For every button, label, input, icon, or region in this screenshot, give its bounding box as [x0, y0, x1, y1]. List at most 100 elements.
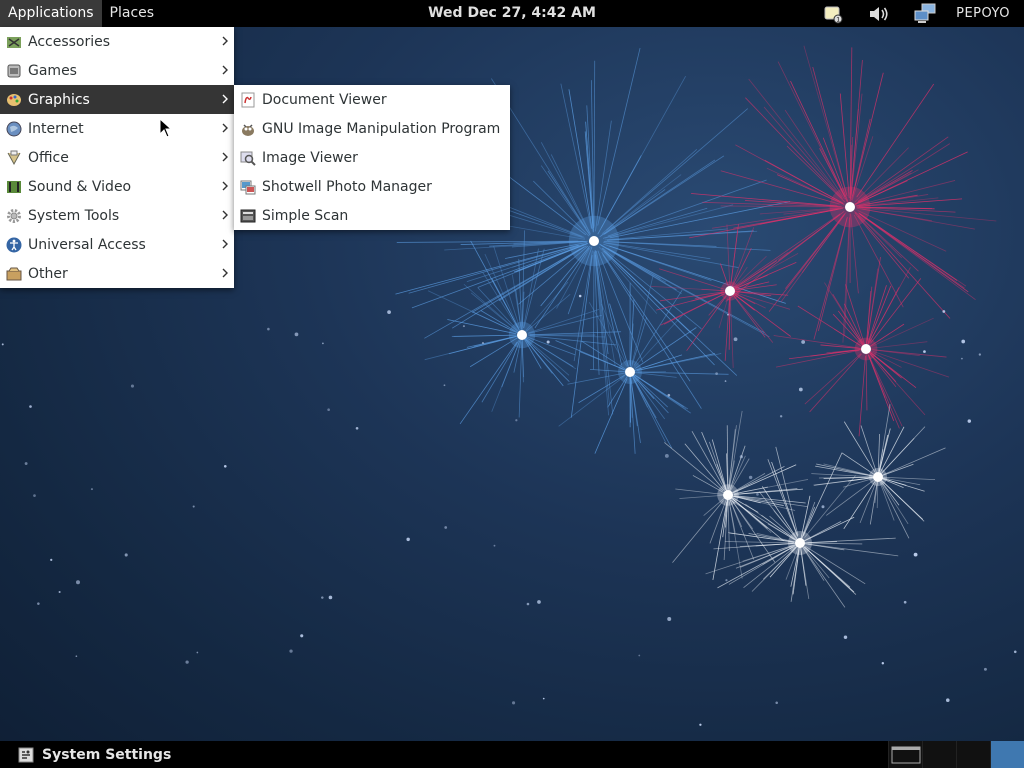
star: [462, 325, 465, 328]
star: [667, 617, 672, 621]
star: [821, 505, 825, 509]
menu-item-image-viewer[interactable]: Image Viewer: [234, 143, 510, 172]
star: [24, 462, 28, 465]
firework-burst: [555, 275, 729, 454]
notification-icon[interactable]: 1: [821, 3, 845, 25]
chevron-right-icon: [222, 94, 228, 104]
graphics-icon: [7, 93, 21, 106]
menu-item-simple-scan[interactable]: Simple Scan: [234, 201, 510, 230]
settings-window-icon: [18, 747, 34, 762]
star: [913, 552, 918, 557]
star: [739, 455, 744, 459]
workspace-2[interactable]: [922, 741, 956, 768]
clock-button[interactable]: Wed Dec 27, 4:42 AM: [428, 5, 596, 21]
menu-item-label: Simple Scan: [262, 207, 349, 224]
star: [387, 310, 391, 314]
workspace-switcher: [888, 741, 1024, 768]
star: [942, 310, 946, 313]
chevron-right-icon: [222, 181, 228, 191]
image-viewer-icon: [240, 151, 256, 166]
star: [124, 553, 128, 557]
bottom-panel: System Settings: [0, 741, 1024, 768]
star: [664, 453, 669, 458]
star: [903, 600, 907, 604]
mouse-cursor-icon: [159, 118, 173, 138]
menu-item-other[interactable]: Other: [0, 259, 234, 288]
chevron-right-icon: [222, 268, 228, 278]
network-icon[interactable]: [913, 3, 937, 25]
star: [542, 697, 545, 700]
menu-item-system-tools[interactable]: System Tools: [0, 201, 234, 230]
taskbar-item-system-settings[interactable]: System Settings: [0, 747, 171, 763]
chevron-right-icon: [222, 210, 228, 220]
star: [923, 350, 926, 353]
menu-item-internet[interactable]: Internet: [0, 114, 234, 143]
star: [578, 294, 582, 298]
workspace-3[interactable]: [956, 741, 990, 768]
star: [482, 342, 484, 344]
svg-text:1: 1: [836, 16, 840, 23]
star: [37, 602, 40, 605]
star: [1, 343, 4, 346]
star: [33, 494, 36, 497]
volume-icon[interactable]: [867, 3, 891, 25]
menu-item-label: Games: [28, 62, 77, 79]
star: [185, 660, 189, 664]
star: [978, 353, 981, 356]
star: [667, 393, 671, 397]
star: [756, 493, 759, 496]
menu-item-universal-access[interactable]: Universal Access: [0, 230, 234, 259]
menu-item-games[interactable]: Games: [0, 56, 234, 85]
star: [881, 662, 885, 665]
menu-item-shotwell[interactable]: Shotwell Photo Manager: [234, 172, 510, 201]
star: [699, 723, 702, 726]
office-icon: [7, 150, 21, 165]
star: [29, 405, 32, 408]
menu-item-label: Accessories: [28, 33, 111, 50]
menu-item-label: Internet: [28, 120, 84, 137]
star: [355, 426, 359, 430]
places-menu-button[interactable]: Places: [102, 0, 163, 27]
menu-item-document-viewer[interactable]: Document Viewer: [234, 85, 510, 114]
menu-item-graphics[interactable]: Graphics: [0, 85, 234, 114]
star: [946, 698, 950, 702]
menu-item-accessories[interactable]: Accessories: [0, 27, 234, 56]
scanner-icon: [240, 209, 256, 222]
applications-menu-button[interactable]: Applications: [0, 0, 102, 27]
star: [192, 505, 195, 508]
star: [90, 488, 93, 491]
star: [321, 596, 324, 599]
star: [960, 357, 963, 360]
star: [267, 327, 270, 331]
window-thumbnail-icon: [891, 746, 920, 763]
star: [50, 558, 53, 562]
user-menu-button[interactable]: PEPOYO: [948, 6, 1024, 21]
gear-icon: [7, 208, 21, 223]
star: [75, 655, 78, 658]
star: [493, 544, 496, 547]
other-icon: [6, 267, 22, 280]
star: [526, 602, 530, 606]
top-panel: Applications Places Wed Dec 27, 4:42 AM …: [0, 0, 1024, 27]
chevron-right-icon: [222, 36, 228, 46]
star: [328, 595, 333, 600]
workspace-4[interactable]: [990, 741, 1024, 768]
universal-access-icon: [6, 237, 22, 252]
menu-item-label: GNU Image Manipulation Program: [262, 120, 501, 137]
star: [779, 415, 783, 418]
star: [300, 634, 304, 638]
internet-icon: [6, 121, 22, 136]
applications-menu: Accessories Games Graphics Internet Offi…: [0, 27, 234, 288]
menu-item-office[interactable]: Office: [0, 143, 234, 172]
star: [724, 380, 727, 382]
star: [76, 580, 80, 585]
menu-item-label: Universal Access: [28, 236, 146, 253]
star: [798, 387, 803, 392]
star: [546, 340, 550, 344]
menu-item-sound-video[interactable]: Sound & Video: [0, 172, 234, 201]
menu-item-label: Shotwell Photo Manager: [262, 178, 432, 195]
star: [58, 590, 61, 594]
firework-burst: [650, 224, 799, 368]
menu-item-gimp[interactable]: GNU Image Manipulation Program: [234, 114, 510, 143]
workspace-1[interactable]: [888, 741, 922, 768]
